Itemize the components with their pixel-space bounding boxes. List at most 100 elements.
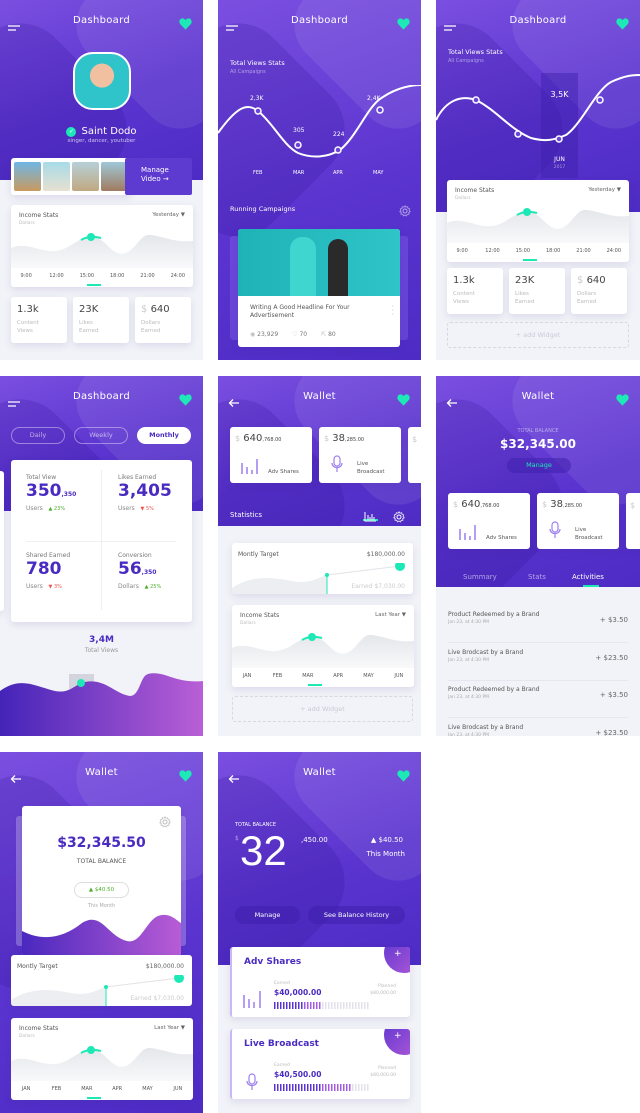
selected-point [308,633,316,641]
campaign-card[interactable]: Writing A Good Headline For Your Adverti… [238,229,400,347]
wallet-card-next[interactable]: $ [408,427,421,483]
quick-stat-card[interactable]: 1.3k Content Views [11,297,67,343]
tab-weekly[interactable]: Weekly [74,427,128,444]
x-tick-label[interactable]: 21:00 [132,273,162,279]
stat-label: Shared Earned [26,552,71,559]
heart-icon[interactable] [616,15,629,30]
tab-stats[interactable]: Stats [528,573,546,581]
activity-item[interactable]: Product Redeemed by a Brand Jan 23, at 4… [448,606,628,643]
manage-button[interactable]: Manage [235,906,300,924]
period-dropdown[interactable]: Last Year ▼ [375,612,406,618]
heart-icon[interactable] [397,15,410,30]
heart-icon[interactable] [397,767,410,782]
x-tick-label[interactable]: MAY [132,1086,162,1092]
video-thumbnail[interactable] [14,162,41,191]
tab-activities[interactable]: Activities [572,573,604,581]
x-tick-label[interactable]: JAN [11,1086,41,1092]
manage-video-label: Manage [141,166,169,174]
x-tick-label[interactable]: APR [323,673,353,679]
x-tick-label[interactable]: APR [102,1086,132,1092]
gear-icon[interactable] [399,202,411,221]
tab-daily[interactable]: Daily [11,427,65,444]
period-dropdown[interactable]: Yesterday ▼ [152,212,185,218]
x-tick-label[interactable]: 18:00 [102,273,132,279]
quick-stat-card[interactable]: 23K Likes Earned [509,268,565,314]
x-tick-label[interactable]: 18:00 [538,248,568,254]
heart-icon[interactable] [179,15,192,30]
income-title: Income Stats [455,187,495,194]
x-tick-label[interactable]: 15:00 [508,248,538,254]
add-widget-button[interactable]: + add Widget [447,322,629,348]
x-tick-label[interactable]: 21:00 [568,248,598,254]
more-options-icon[interactable]: · · · [391,303,394,319]
activity-item[interactable]: Live Brodcast by a Brand Jan 23, at 4:30… [448,644,628,681]
header-title: Dashboard [509,15,567,26]
x-tick-label[interactable]: 9:00 [11,273,41,279]
x-tick-label[interactable]: FEB [41,1086,71,1092]
screen-dashboard-profile: Dashboard ✓ Saint Dodo singer, dancer, y… [0,0,203,360]
wallet-card-adv-shares[interactable]: $ 640,768.00 Adv Shares [448,493,530,549]
video-thumbnail[interactable] [72,162,99,191]
manage-button[interactable]: Manage [507,458,571,473]
x-tick-label[interactable]: MAR [72,1086,102,1092]
activity-item[interactable]: Live Brodcast by a Brand Jan 23, at 4:30… [448,719,628,737]
plus-icon[interactable]: + [384,947,410,973]
bar-chart-icon[interactable] [363,507,378,522]
wallet-card-live-broadcast[interactable]: $ 38,285.00 Live Broadcast [319,427,401,483]
screen-wallet-activities: Wallet TOTAL BALANCE $32,345.00 Manage $… [436,376,640,736]
x-tick-label[interactable]: 24:00 [163,273,193,279]
plus-icon[interactable]: + [384,1029,410,1055]
gear-icon[interactable] [393,508,405,527]
x-tick-label[interactable]: MAY [353,673,383,679]
income-stats-card: Income Stats Dollars Yesterday ▼ 9:00 12:… [447,180,629,262]
x-tick-label[interactable]: JUN [384,673,414,679]
x-tick-label[interactable]: 12:00 [41,273,71,279]
heart-icon[interactable] [179,391,192,406]
tab-summary[interactable]: Summary [463,573,497,581]
gear-icon[interactable] [159,813,171,832]
x-tick-label[interactable]: 9:00 [447,248,477,254]
quick-stat-card[interactable]: $ 640 Dollars Earned [571,268,627,314]
wallet-card-live-broadcast[interactable]: $ 38,285.00 Live Broadcast [537,493,619,549]
tab-monthly[interactable]: Monthly [137,427,191,444]
stat-value: 23K [515,275,535,286]
video-thumbnail[interactable] [43,162,70,191]
heart-icon[interactable] [397,391,410,406]
add-widget-button[interactable]: + add Widget [232,696,413,722]
x-tick-label[interactable]: FEB [262,673,292,679]
screen-wallet-balance: Wallet $32,345.50 TOTAL BALANCE ▲ $40.50… [0,752,203,1113]
video-thumbnail[interactable] [101,162,128,191]
period-dropdown[interactable]: Yesterday ▼ [588,187,621,193]
x-tick-label[interactable]: MAR [293,673,323,679]
quick-stat-card[interactable]: 1.3k Content Views [447,268,503,314]
planned-label: Planned [377,1066,396,1071]
share-icon[interactable]: ⇱ [321,331,326,338]
stat-label: Content [453,291,475,297]
income-title: Income Stats [240,612,280,619]
card-value: 38 [332,433,346,444]
period-dropdown[interactable]: Last Year ▼ [154,1025,185,1031]
data-point [334,146,342,154]
campaign-headline: Writing A Good Headline For Your Adverti… [250,304,350,319]
wave-area [0,673,203,736]
x-tick-label[interactable]: 15:00 [72,273,102,279]
manage-video-button[interactable]: Manage Video → [125,158,192,195]
see-balance-history-button[interactable]: See Balance History [308,906,405,924]
avatar[interactable] [73,52,131,110]
wallet-card-adv-shares[interactable]: $ 640,768.00 Adv Shares [230,427,312,483]
wallet-card-next[interactable]: $ [626,493,640,549]
quick-stat-card[interactable]: $ 640 Dollars Earned [135,297,191,343]
adv-shares-card[interactable]: Adv Shares + Earned $40,000.00 Planned $… [230,947,410,1017]
shares-count: 80 [328,331,336,338]
heart-icon[interactable] [179,767,192,782]
heart-icon[interactable] [616,391,629,406]
card-cents: ,285.00 [345,437,365,443]
x-tick-label[interactable]: JAN [232,673,262,679]
x-tick-label[interactable]: 12:00 [477,248,507,254]
x-tick-label[interactable]: 24:00 [599,248,629,254]
activity-item[interactable]: Product Redeemed by a Brand Jan 23, at 4… [448,681,628,718]
quick-stat-card[interactable]: 23K Likes Earned [73,297,129,343]
heart-outline-icon[interactable]: ♡ [292,331,297,338]
x-tick-label[interactable]: JUN [163,1086,193,1092]
live-broadcast-card[interactable]: Live Broadcast + Earned $40,500.00 Plann… [230,1029,410,1099]
